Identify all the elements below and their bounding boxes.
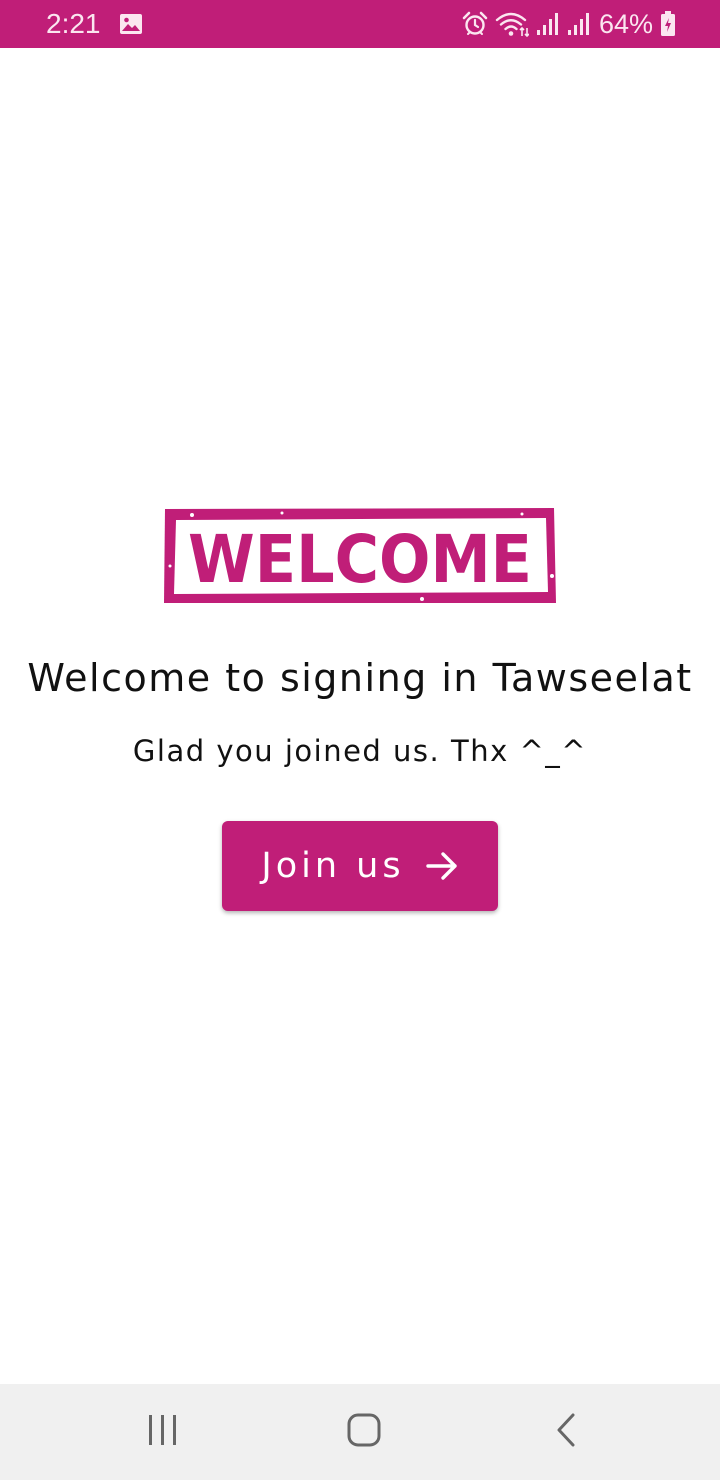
- welcome-screen: 2:21 64% WELCOME Welcome to signing in T…: [0, 0, 720, 1480]
- home-button[interactable]: [334, 1408, 394, 1456]
- arrow-right-icon: [425, 851, 459, 881]
- gallery-icon: [119, 13, 143, 35]
- join-us-button[interactable]: Join us: [222, 821, 498, 911]
- wifi-icon: [495, 11, 529, 37]
- welcome-title: Welcome to signing in Tawseelat: [27, 656, 693, 700]
- back-button[interactable]: [536, 1408, 596, 1456]
- status-time: 2:21: [46, 8, 101, 39]
- battery-percent: 64%: [598, 8, 653, 39]
- home-icon: [347, 1413, 381, 1451]
- status-bar: 2:21 64%: [0, 0, 720, 48]
- logo-text: WELCOME: [188, 521, 532, 598]
- back-icon: [555, 1413, 577, 1451]
- status-left: 2:21: [46, 8, 143, 40]
- alarm-icon: [462, 11, 488, 37]
- signal-icon: [567, 12, 591, 36]
- navigation-bar: [0, 1384, 720, 1480]
- welcome-subtitle: Glad you joined us. Thx ^_^: [132, 734, 588, 768]
- join-us-label: Join us: [261, 846, 405, 886]
- status-right: 64%: [455, 9, 676, 40]
- recent-apps-button[interactable]: [133, 1408, 193, 1456]
- signal-icon: [536, 12, 560, 36]
- recent-apps-icon: [146, 1414, 180, 1450]
- welcome-logo: WELCOME: [162, 506, 558, 606]
- battery-charging-icon: [660, 11, 676, 37]
